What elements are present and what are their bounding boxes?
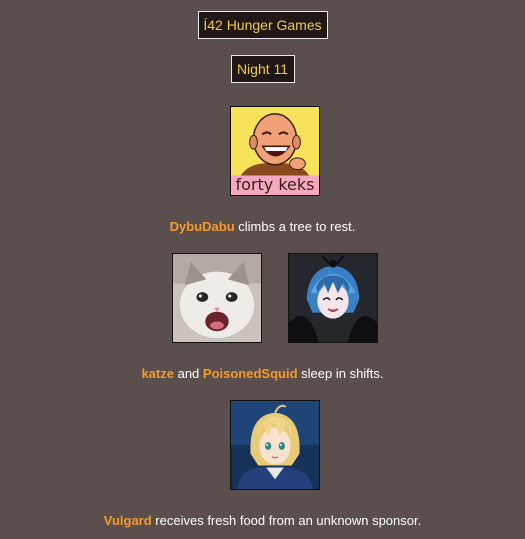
avatar-caption: forty keks [235,175,315,194]
event-line-2: katze and PoisonedSquid sleep in shifts. [0,366,525,382]
blonde-anime-knight-avatar [231,401,319,489]
avatar-poisonedsquid [288,253,378,343]
game-title: Í42 Hunger Games [197,11,328,39]
avatar-katze [172,253,262,343]
event-text: sleep in shifts. [297,366,384,381]
tribute-name: Vulgard [103,513,152,528]
avatar-dybudabu: forty keks [230,106,320,196]
event-joiner: and [173,366,203,381]
event-line-3: Vulgard receives fresh food from an unkn… [0,513,525,529]
tribute-name: katze [141,366,174,381]
crying-cat-avatar [173,254,261,342]
blue-hair-anime-avatar [289,254,377,342]
tribute-name: PoisonedSquid [202,366,298,381]
avatar-vulgard [230,400,320,490]
event-text: climbs a tree to rest. [234,219,356,234]
event-text: receives fresh food from an unknown spon… [151,513,422,528]
night-title: Night 11 [230,55,295,83]
tribute-name: DybuDabu [169,219,235,234]
event-line-1: DybuDabu climbs a tree to rest. [0,219,525,235]
